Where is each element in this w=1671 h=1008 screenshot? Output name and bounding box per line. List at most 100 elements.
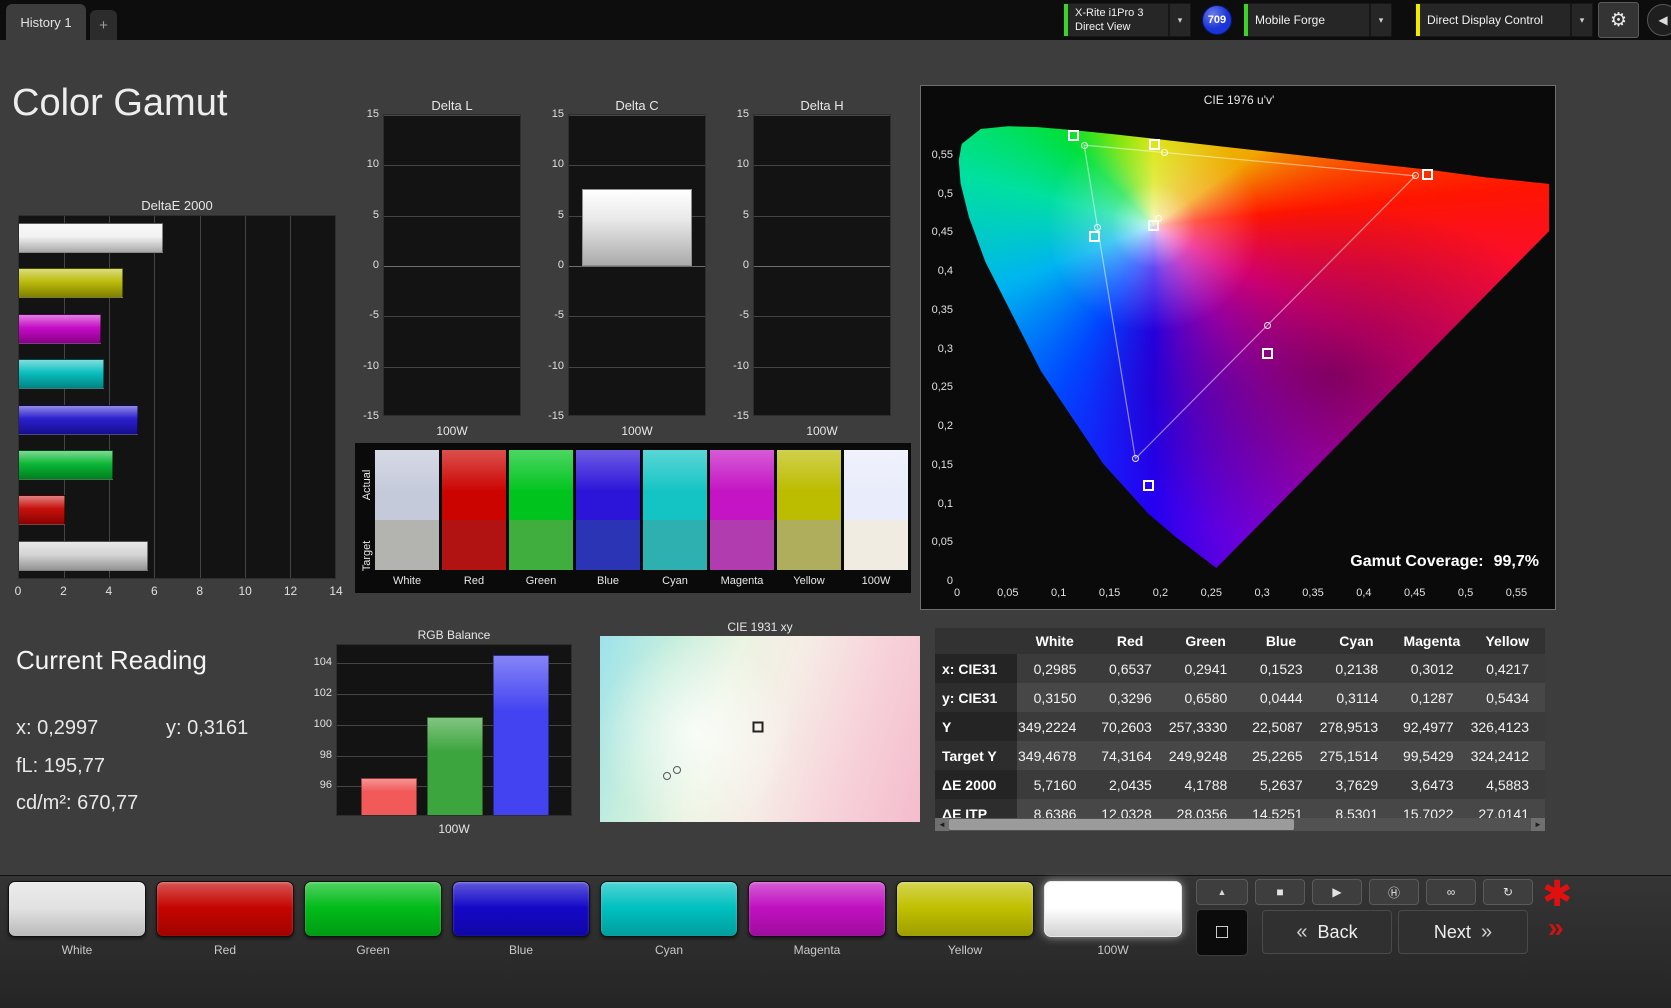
- deltae2000-chart: DeltaE 2000 0 2 4 6 8 10 12 14: [15, 198, 343, 600]
- display-pattern-button[interactable]: □: [1196, 909, 1248, 956]
- display-dropdown[interactable]: Direct Display Control: [1415, 3, 1571, 37]
- table-cell: 0,4217: [1469, 654, 1545, 683]
- axis-category-label: 100W: [436, 424, 468, 438]
- source-dropdown[interactable]: Mobile Forge: [1243, 3, 1370, 37]
- x-axis-tick-label: 0: [953, 587, 961, 599]
- swatch-column-cyan: Cyan: [643, 443, 707, 593]
- chevron-down-icon: ▾: [1378, 14, 1384, 25]
- target-swatch: [710, 520, 774, 570]
- collapse-button[interactable]: ▲: [1196, 879, 1248, 905]
- gridline: [289, 216, 291, 578]
- chart-title: CIE 1931 xy: [727, 620, 793, 634]
- transport-stop-button[interactable]: ■: [1255, 879, 1305, 905]
- transport-play-button[interactable]: ▶: [1312, 879, 1362, 905]
- measurement-table: White Red Green Blue Cyan Magenta Yellow x: CIE…: [935, 628, 1545, 818]
- target-row-label: Target: [361, 540, 373, 572]
- swatch-column-blue: Blue: [576, 443, 640, 593]
- chart-title: DeltaE 2000: [141, 198, 213, 213]
- chart-title: Delta L: [431, 98, 473, 113]
- actual-row-label: Actual: [361, 469, 373, 501]
- next-page-button[interactable]: »: [1548, 912, 1564, 944]
- swatch-column-green: Green: [509, 443, 573, 593]
- x-axis-tick-label: 0,15: [1098, 587, 1121, 599]
- swatch-label: Red: [463, 575, 485, 587]
- gridline: [754, 366, 890, 368]
- scroll-left-button[interactable]: ◄: [935, 818, 949, 831]
- deltae-bar-blue: [19, 404, 138, 435]
- back-button[interactable]: « Back: [1262, 910, 1392, 954]
- scroll-right-button[interactable]: ►: [1531, 818, 1545, 831]
- target-swatch: [643, 520, 707, 570]
- reference-point: [672, 765, 681, 774]
- source-label: Mobile Forge: [1255, 12, 1326, 27]
- transport-pattern-window-button[interactable]: Ⓗ: [1369, 879, 1419, 905]
- rgb-bar-red: [361, 778, 417, 815]
- table-cell: 5,2637: [1243, 770, 1319, 799]
- source-dropdown-button[interactable]: ▾: [1370, 3, 1392, 37]
- x-axis-tick-label: 0,35: [1302, 587, 1324, 599]
- pattern-button-white[interactable]: [8, 881, 146, 937]
- target-swatch: [375, 520, 439, 570]
- target-point-magenta: [1263, 321, 1271, 329]
- meter-dropdown-button[interactable]: ▾: [1169, 3, 1191, 37]
- row-label: Y: [935, 712, 1017, 741]
- meter-dropdown[interactable]: X-Rite i1Pro 3 Direct View: [1063, 3, 1169, 37]
- pattern-button-red[interactable]: [156, 881, 294, 937]
- deltae-bar-cyan: [19, 359, 104, 390]
- measured-point-white: [1147, 220, 1159, 232]
- swatch-label: 100W: [861, 575, 891, 587]
- gamut-triangle: [1083, 144, 1417, 460]
- gridline: [754, 115, 890, 116]
- pattern-label: 100W: [1097, 943, 1129, 957]
- y-axis-tick-label: 5: [557, 208, 564, 221]
- add-tab-button[interactable]: +: [90, 10, 117, 40]
- gridline: [384, 115, 520, 116]
- reading-x: x: 0,2997: [16, 717, 99, 739]
- table-scrollbar[interactable]: ◄ ►: [935, 818, 1545, 831]
- table-cell: 0,1523: [1243, 654, 1319, 683]
- column-header: [935, 628, 1017, 654]
- pattern-button-cyan[interactable]: [600, 881, 738, 937]
- gridline: [754, 215, 890, 217]
- y-axis-tick-label: 0,25: [931, 381, 953, 394]
- table-cell: 275,1514: [1318, 741, 1395, 770]
- y-axis-tick-label: 96: [319, 779, 332, 792]
- transport-refresh-button[interactable]: ↻: [1483, 879, 1533, 905]
- pattern-button-yellow[interactable]: [896, 881, 1034, 937]
- alert-icon[interactable]: ✱: [1542, 873, 1572, 915]
- gridline: [569, 316, 705, 318]
- measured-point-cyan: [1089, 231, 1101, 243]
- next-button[interactable]: Next »: [1398, 910, 1528, 954]
- rgb-bar-green: [427, 716, 483, 815]
- settings-button[interactable]: ⚙: [1598, 2, 1639, 38]
- measured-point-magenta: [1262, 347, 1274, 359]
- gridline: [199, 216, 201, 578]
- axis-category-label: 100W: [438, 822, 470, 836]
- pattern-button-magenta[interactable]: [748, 881, 886, 937]
- plus-icon: +: [99, 16, 108, 34]
- colorspace-badge[interactable]: 709: [1202, 5, 1232, 35]
- table-cell: 0,3012: [1394, 654, 1470, 683]
- pattern-button-green[interactable]: [304, 881, 442, 937]
- table-cell: 249,9248: [1167, 741, 1244, 770]
- gridline: [754, 165, 890, 167]
- y-axis-tick-label: 0: [946, 575, 953, 587]
- actual-swatch: [710, 450, 774, 520]
- table-cell: 278,9513: [1318, 712, 1395, 741]
- swatch-column-yellow: Yellow: [777, 443, 841, 593]
- transport-continuous-button[interactable]: ∞: [1426, 879, 1476, 905]
- gridline: [569, 366, 705, 368]
- pattern-button-blue[interactable]: [452, 881, 590, 937]
- pattern-button-100w[interactable]: [1044, 881, 1182, 937]
- table-cell: 257,3330: [1167, 712, 1244, 741]
- x-axis-tick-label: 0,2: [1152, 587, 1169, 599]
- table-cell: 324,2412: [1469, 741, 1545, 770]
- panel-toggle-button[interactable]: ◀: [1647, 4, 1671, 36]
- y-axis-tick-label: 5: [742, 208, 749, 221]
- table-cell: 0,6580: [1167, 683, 1244, 712]
- scrollbar-thumb[interactable]: [949, 819, 1294, 830]
- history-tab[interactable]: History 1: [6, 4, 86, 40]
- y-axis-tick-label: -10: [363, 359, 379, 372]
- display-dropdown-button[interactable]: ▾: [1571, 3, 1593, 37]
- gamut-coverage-label: Gamut Coverage:: [1350, 553, 1484, 570]
